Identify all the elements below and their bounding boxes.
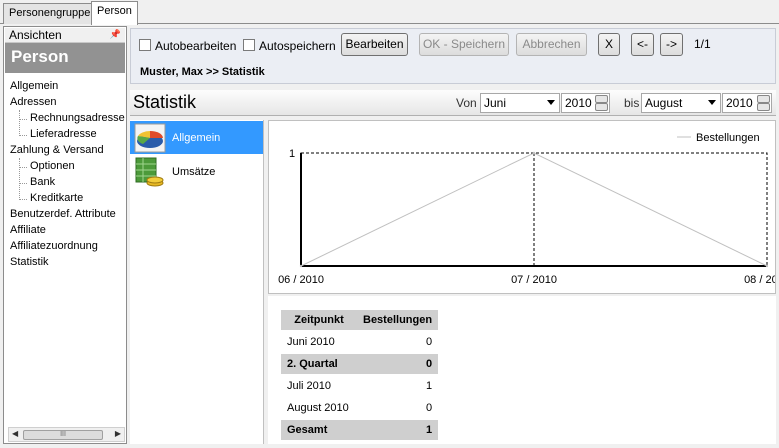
sidebar-item-zahlung-versand[interactable]: Zahlung & Versand: [10, 144, 104, 156]
autobearbeiten-checkbox[interactable]: [139, 39, 151, 51]
list-item-label: Allgemein: [172, 132, 221, 144]
record-counter: 1/1: [694, 37, 711, 51]
breadcrumb: Muster, Max >> Statistik: [140, 66, 265, 78]
from-label: Von: [456, 96, 477, 110]
cell-zeitpunkt: Gesamt: [281, 420, 357, 440]
x-tick-label: 07 / 2010: [511, 274, 557, 286]
cancel-button[interactable]: Abbrechen: [516, 33, 587, 56]
data-point: [532, 151, 536, 155]
from-year-value: 2010: [565, 96, 592, 110]
autobearbeiten-label: Autobearbeiten: [155, 39, 237, 53]
sidebar-item-bank[interactable]: Bank: [30, 176, 55, 188]
sidebar-item-affiliate[interactable]: Affiliate: [10, 224, 46, 236]
pin-icon[interactable]: 📌: [110, 29, 121, 40]
sidebar-item-optionen[interactable]: Optionen: [30, 160, 75, 172]
cell-bestellungen: 0: [425, 402, 433, 414]
views-panel: Ansichten 📌 Person Allgemein Adressen Rech…: [3, 26, 127, 444]
statistics-header: Statistik Von Juni 2010 bis August 2010: [130, 90, 776, 116]
table-row: Juni 2010 0: [281, 332, 438, 352]
tab-bar: Personengruppe Person: [0, 0, 779, 25]
table-row: Gesamt 1: [281, 420, 439, 440]
cell-bestellungen: 1: [425, 380, 433, 392]
data-point: [765, 264, 769, 268]
to-month-select[interactable]: August: [641, 93, 721, 113]
ok-save-button[interactable]: OK - Speichern: [419, 33, 509, 56]
record-toolbar: Autobearbeiten Autospeichern Bearbeiten …: [130, 28, 776, 84]
from-month-value: Juni: [484, 96, 507, 110]
scroll-right-icon[interactable]: ▶: [115, 429, 121, 438]
scrollbar-thumb[interactable]: III: [23, 430, 103, 440]
page-title: Statistik: [133, 92, 197, 112]
sidebar-item-adressen[interactable]: Adressen: [10, 96, 56, 108]
horizontal-scrollbar[interactable]: ◀ III ▶: [8, 427, 125, 442]
cell-bestellungen: 0: [425, 336, 433, 348]
cell-zeitpunkt: 2. Quartal: [281, 354, 357, 374]
x-tick-label: 08 / 2010: [744, 274, 775, 286]
chevron-down-icon: [708, 100, 716, 105]
chart-svg: 1 06 / 2010 07 / 2010 08 / 2010 Bestellungen: [278, 132, 779, 286]
sidebar-item-kreditkarte[interactable]: Kreditkarte: [30, 192, 83, 204]
chevron-down-icon: [547, 100, 555, 105]
sales-chart-icon: [135, 157, 164, 187]
column-header-bestellungen: Bestellungen: [357, 310, 439, 330]
sidebar-item-affiliatezuordnung[interactable]: Affiliatezuordnung: [10, 240, 98, 252]
table-row: 2. Quartal 0: [281, 354, 439, 374]
tree-connector: [19, 199, 27, 200]
x-tick-label: 06 / 2010: [278, 274, 324, 286]
y-tick-label: 1: [289, 148, 295, 160]
sidebar-item-allgemein[interactable]: Allgemein: [10, 80, 58, 92]
autospeichern-label: Autospeichern: [259, 39, 336, 53]
from-year-spinner[interactable]: 2010: [561, 93, 610, 113]
panel-title: Person: [5, 43, 125, 73]
to-month-value: August: [645, 96, 683, 110]
views-panel-header: Ansichten 📌: [5, 28, 125, 43]
column-header-zeitpunkt: Zeitpunkt: [281, 310, 357, 330]
spin-down-icon[interactable]: [757, 103, 770, 111]
data-point: [299, 264, 303, 268]
cell-zeitpunkt: Juli 2010: [287, 380, 332, 392]
list-item-label: Umsätze: [172, 166, 216, 178]
autospeichern-checkbox[interactable]: [243, 39, 255, 51]
to-year-value: 2010: [726, 96, 753, 110]
table-row: Juli 2010 1: [281, 376, 438, 396]
tree-connector: [19, 167, 27, 168]
tree-connector: [19, 158, 20, 200]
tree-connector: [19, 110, 20, 136]
orders-chart: 1 06 / 2010 07 / 2010 08 / 2010 Bestellungen: [268, 120, 779, 294]
statistics-table-panel: Zeitpunkt Bestellungen Juni 2010 0 2. Quar…: [268, 296, 776, 444]
previous-record-button[interactable]: <-: [631, 33, 654, 56]
to-label: bis: [624, 96, 640, 110]
sidebar-item-rechnungsadresse[interactable]: Rechnungsadresse: [30, 112, 125, 124]
cell-bestellungen: 0: [357, 354, 439, 374]
legend-label: Bestellungen: [696, 132, 760, 144]
tree-connector: [19, 119, 27, 120]
sidebar-item-lieferadresse[interactable]: Lieferadresse: [30, 128, 97, 140]
next-record-button[interactable]: ->: [660, 33, 683, 56]
spin-down-icon[interactable]: [595, 103, 608, 111]
sidebar-item-statistik[interactable]: Statistik: [10, 256, 49, 268]
views-panel-title: Ansichten: [9, 28, 62, 42]
list-item-umsaetze[interactable]: Umsätze: [130, 155, 263, 188]
table-row: August 2010 0: [281, 398, 438, 418]
spin-up-icon[interactable]: [757, 95, 770, 103]
sidebar-item-benutzerdef-attribute[interactable]: Benutzerdef. Attribute: [10, 208, 116, 220]
cell-zeitpunkt: Juni 2010: [287, 336, 335, 348]
list-item-allgemein[interactable]: Allgemein: [130, 121, 263, 154]
statistics-category-list: Allgemein Umsätze: [130, 120, 264, 444]
statistics-table: Zeitpunkt Bestellungen Juni 2010 0 2. Quar…: [281, 308, 439, 442]
cell-bestellungen: 1: [357, 420, 439, 440]
from-month-select[interactable]: Juni: [480, 93, 560, 113]
pie-chart-icon: [134, 123, 166, 153]
table-header-row: Zeitpunkt Bestellungen: [281, 310, 439, 330]
tree-connector: [19, 183, 27, 184]
cell-zeitpunkt: August 2010: [287, 402, 349, 414]
spin-up-icon[interactable]: [595, 95, 608, 103]
tab-personengruppe[interactable]: Personengruppe: [3, 3, 97, 24]
to-year-spinner[interactable]: 2010: [722, 93, 772, 113]
scroll-left-icon[interactable]: ◀: [12, 429, 18, 438]
edit-button[interactable]: Bearbeiten: [341, 33, 408, 56]
close-button[interactable]: X: [598, 33, 620, 56]
tree-connector: [19, 135, 27, 136]
tab-person[interactable]: Person: [91, 1, 138, 25]
